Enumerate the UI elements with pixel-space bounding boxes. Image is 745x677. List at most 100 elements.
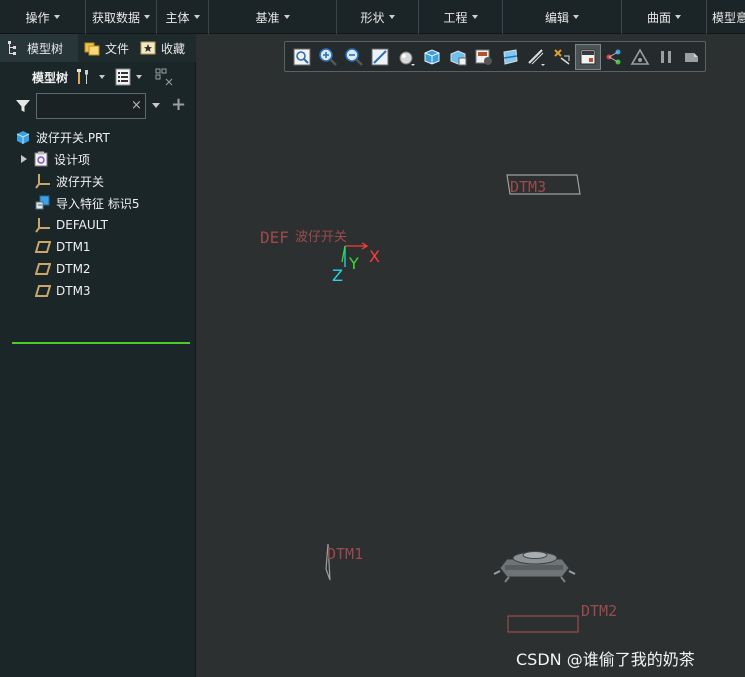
tree-item-dtm2[interactable]: DTM2 [0, 258, 196, 280]
cosmetic-display-button[interactable] [601, 44, 627, 70]
tab-label: 收藏 [161, 41, 186, 56]
ribbon-group-shapes[interactable]: 形状 [337, 0, 419, 34]
ribbon-group-label: 编辑 [544, 10, 569, 25]
tree-item-design-items[interactable]: 设计项 [0, 148, 196, 170]
refit-icon [293, 48, 311, 65]
tree-item-label: 导入特征 标识5 [56, 196, 140, 211]
chevron-down-icon [136, 75, 143, 79]
repaint-button[interactable] [367, 44, 393, 70]
chevron-down-icon [573, 15, 579, 19]
ribbon-group-label: 主体 [165, 10, 190, 25]
coordinate-system-icon [35, 174, 50, 189]
tree-item-import-feature[interactable]: 导入特征 标识5 [0, 192, 196, 214]
zoom-in-button[interactable] [315, 44, 341, 70]
ribbon-group-get-data[interactable]: 获取数据 [86, 0, 157, 34]
coordinate-triad[interactable]: X Y Z [332, 242, 380, 285]
pause-button[interactable] [653, 44, 679, 70]
chevron-down-icon [471, 15, 478, 19]
perspective-view-button[interactable] [471, 44, 497, 70]
ribbon-group-label: 获取数据 [91, 10, 140, 25]
tree-item-csys-default[interactable]: DEFAULT [0, 214, 196, 236]
tree-search-input[interactable] [36, 93, 146, 119]
graphics-window[interactable]: DTM3 DEF 波仔开关 X Y Z DTM1 DTM2 [197, 34, 745, 677]
model-tree-icon [8, 41, 16, 55]
datum-label-dtm2: DTM2 [581, 602, 617, 620]
tree-settings-button[interactable] [74, 68, 106, 86]
tree-item-root-part[interactable]: 波仔开关.PRT [0, 126, 196, 148]
tab-files[interactable]: 文件 [78, 34, 134, 62]
saved-orientations-icon [424, 48, 440, 65]
coordinate-system-icon [35, 218, 50, 233]
ribbon-group-label: 曲面 [646, 10, 671, 25]
axis-label-x: X [369, 247, 380, 266]
insert-here-indicator[interactable] [12, 342, 190, 344]
section-button[interactable] [497, 44, 523, 70]
ribbon-group-surfaces[interactable]: 曲面 [622, 0, 707, 34]
tree-filter-row: × + [0, 92, 196, 120]
chevron-down-icon [53, 15, 60, 19]
model-display-button[interactable] [679, 44, 705, 70]
datum-plane-icon [35, 285, 51, 297]
clear-icon[interactable]: × [131, 98, 142, 113]
tree-show-button[interactable] [115, 68, 143, 86]
chevron-down-icon[interactable] [152, 103, 160, 108]
datum-display-filters-button[interactable] [523, 44, 549, 70]
zoom-out-button[interactable] [341, 44, 367, 70]
tree-item-label: DTM1 [56, 240, 91, 254]
tree-toolbar: 模型树 [0, 64, 196, 90]
tree-item-label: 设计项 [54, 152, 91, 167]
tact-switch-model[interactable] [493, 551, 576, 583]
axis-label-y: Y [348, 254, 359, 273]
ribbon-group-label: 工程 [443, 10, 468, 25]
chevron-down-icon [283, 15, 290, 19]
tree-item-label: DTM3 [56, 284, 91, 298]
ribbon-group-engineering[interactable]: 工程 [419, 0, 503, 34]
datum-label-dtm1: DTM1 [327, 545, 363, 563]
datum-dtm2[interactable]: DTM2 [507, 602, 617, 633]
tree-toolbar-label: 模型树 [32, 70, 69, 85]
zoom-out-icon [345, 47, 363, 66]
chevron-down-icon [193, 15, 200, 19]
filter-icon[interactable] [15, 98, 31, 114]
chevron-down-icon [675, 15, 681, 19]
tree-columns-button[interactable] [154, 67, 174, 87]
annotation-display-button[interactable] [549, 44, 575, 70]
saved-orientations-button[interactable] [419, 44, 445, 70]
tools-icon [77, 69, 89, 84]
expand-arrow-icon[interactable] [21, 155, 27, 163]
tree-columns-icon [155, 68, 173, 86]
tab-favorites[interactable]: 收藏 [134, 34, 196, 62]
add-filter-icon[interactable]: + [171, 94, 186, 115]
tree-item-csys-switch[interactable]: 波仔开关 [0, 170, 196, 192]
ribbon-group-bar: 操作 获取数据 主体 基准 形状 工程 编辑 曲面 模型意 [0, 0, 745, 34]
ribbon-group-label: 模型意 [712, 10, 745, 25]
ribbon-group-label: 形状 [360, 10, 385, 25]
model-display-icon [685, 52, 698, 62]
datum-dtm1[interactable]: DTM1 [325, 543, 363, 581]
tree-item-dtm3[interactable]: DTM3 [0, 280, 196, 302]
view-manager-button[interactable] [445, 44, 471, 70]
ribbon-group-datum[interactable]: 基准 [209, 0, 337, 34]
display-style-button[interactable] [393, 44, 419, 70]
refit-button[interactable] [289, 44, 315, 70]
pause-icon [661, 50, 671, 63]
view-manager-icon [450, 49, 467, 65]
ribbon-group-editing[interactable]: 编辑 [503, 0, 622, 34]
chevron-down-icon [99, 75, 106, 79]
tree-item-label: 波仔开关.PRT [36, 130, 110, 145]
tab-label: 文件 [105, 41, 130, 56]
spin-center-button[interactable] [575, 43, 601, 70]
perspective-view-icon [475, 49, 492, 65]
tree-item-label: 波仔开关 [56, 174, 105, 189]
ribbon-group-label: 操作 [25, 10, 50, 25]
ribbon-group-body[interactable]: 主体 [157, 0, 209, 34]
datum-dtm3[interactable]: DTM3 [506, 174, 581, 196]
ribbon-group-label: 基准 [255, 10, 280, 25]
ribbon-group-operations[interactable]: 操作 [0, 0, 86, 34]
ribbon-group-model-intent[interactable]: 模型意 [707, 0, 745, 34]
tab-model-tree[interactable]: 模型树 [0, 34, 78, 62]
part-icon [16, 131, 30, 144]
graphic-items-button[interactable] [627, 44, 653, 70]
tree-item-dtm1[interactable]: DTM1 [0, 236, 196, 258]
model-viewport[interactable]: DTM3 DEF 波仔开关 X Y Z DTM1 DTM2 [197, 34, 745, 677]
